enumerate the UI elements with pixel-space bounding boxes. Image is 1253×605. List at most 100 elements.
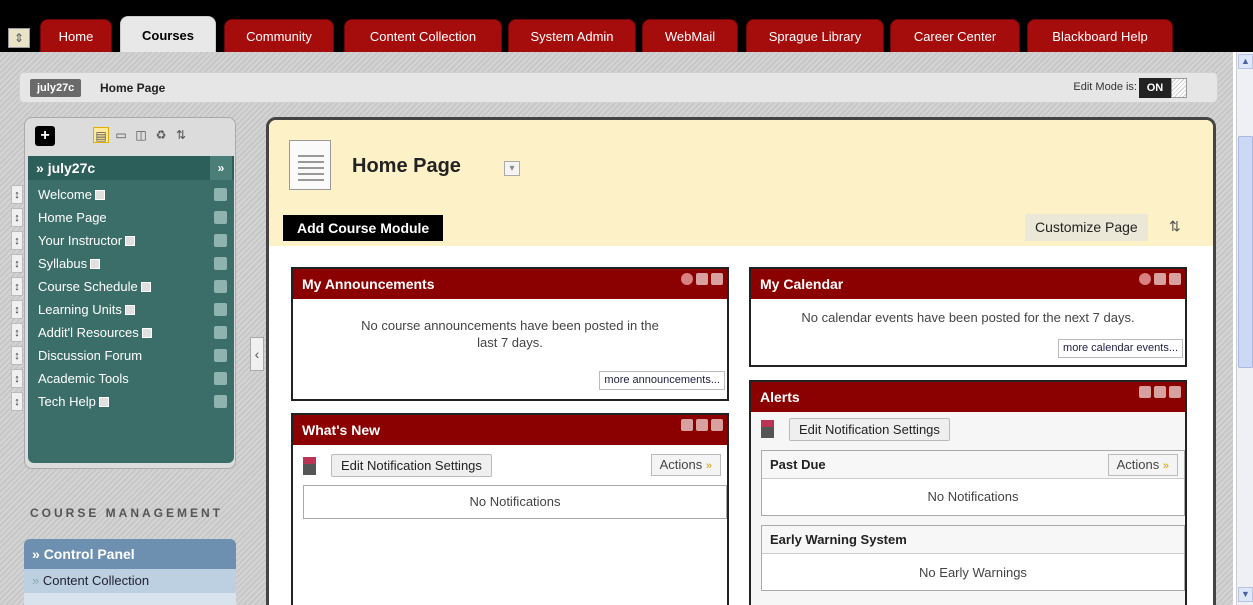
settings-icon[interactable] (681, 273, 693, 285)
sidebar-item-home-page[interactable]: ↕ Home Page (11, 206, 234, 229)
sidebar-item-additl-resources[interactable]: ↕ Addit'l Resources (11, 321, 234, 344)
sidebar-item-course-schedule[interactable]: ↕ Course Schedule (11, 275, 234, 298)
sidebar-item-welcome[interactable]: ↕ Welcome (11, 183, 234, 206)
vertical-scrollbar[interactable]: ▲ ▼ (1236, 52, 1253, 605)
folder-view-icon[interactable]: ▭ (113, 127, 129, 143)
drag-handle-icon[interactable]: ↕ (11, 300, 23, 319)
drag-handle-icon[interactable]: ↕ (11, 277, 23, 296)
tab-courses[interactable]: Courses (120, 16, 216, 52)
drag-handle-icon[interactable]: ↕ (11, 346, 23, 365)
sidebar-item-label: Academic Tools (38, 371, 129, 386)
chevron-down-icon[interactable] (214, 257, 227, 270)
collapse-up-icon: » (32, 546, 44, 562)
customize-page-button[interactable]: Customize Page (1025, 214, 1148, 241)
drag-handle-icon[interactable]: ↕ (11, 369, 23, 388)
tab-blackboard-help[interactable]: Blackboard Help (1027, 19, 1173, 52)
edit-mode-off-icon[interactable] (1171, 78, 1187, 98)
reorder-icon[interactable]: ⇅ (1169, 218, 1181, 235)
close-icon[interactable] (1169, 273, 1181, 285)
sidebar-item-tech-help[interactable]: ↕ Tech Help (11, 390, 234, 413)
content-tile-icon (140, 282, 151, 292)
tab-community[interactable]: Community (224, 19, 334, 52)
more-calendar-events-link[interactable]: more calendar events... (1058, 339, 1183, 358)
course-menu: + ▤ ▭ ◫ ♻ ⇅ » july27c » ↕ Welcome ↕ Home P… (11, 117, 236, 469)
content-tile-icon (98, 397, 109, 407)
minimize-icon[interactable] (696, 419, 708, 431)
control-panel-header[interactable]: » Control Panel (24, 539, 236, 569)
sidebar-item-your-instructor[interactable]: ↕ Your Instructor (11, 229, 234, 252)
scroll-down-icon[interactable]: ▼ (1238, 587, 1253, 602)
chevron-down-icon[interactable] (214, 188, 227, 201)
scroll-up-icon[interactable]: ▲ (1238, 54, 1253, 69)
popout-icon[interactable] (681, 419, 693, 431)
new-window-icon[interactable]: ◫ (133, 127, 149, 143)
minimize-icon[interactable] (1154, 273, 1166, 285)
edit-notification-settings-button[interactable]: Edit Notification Settings (789, 418, 950, 441)
chevron-down-icon[interactable] (214, 326, 227, 339)
breadcrumb-course[interactable]: july27c (30, 79, 82, 97)
control-panel-label: Control Panel (43, 546, 135, 562)
reorder-icon[interactable]: ⇅ (173, 127, 189, 143)
chevron-down-icon[interactable] (214, 372, 227, 385)
settings-icon[interactable] (1139, 273, 1151, 285)
sidebar-item-learning-units[interactable]: ↕ Learning Units (11, 298, 234, 321)
tab-webmail[interactable]: WebMail (642, 19, 738, 52)
expand-collapse-icon[interactable]: ⇕ (8, 28, 30, 48)
chevron-down-icon[interactable]: ▾ (504, 161, 520, 176)
add-menu-item-icon[interactable]: + (35, 126, 55, 146)
tab-system-admin[interactable]: System Admin (508, 19, 636, 52)
control-panel-item-content-collection[interactable]: » Content Collection (24, 569, 236, 593)
add-course-module-button[interactable]: Add Course Module (283, 215, 444, 241)
sidebar-item-discussion-forum[interactable]: ↕ Discussion Forum (11, 344, 234, 367)
drag-handle-icon[interactable]: ↕ (11, 254, 23, 273)
page-document-icon (289, 140, 331, 190)
expand-menu-icon[interactable]: » (210, 156, 232, 180)
close-icon[interactable] (711, 419, 723, 431)
tab-career-center[interactable]: Career Center (890, 19, 1020, 52)
notification-avatar-icon (303, 457, 316, 475)
tab-content-collection[interactable]: Content Collection (344, 19, 502, 52)
sidebar-item-academic-tools[interactable]: ↕ Academic Tools (11, 367, 234, 390)
sidebar-item-syllabus[interactable]: ↕ Syllabus (11, 252, 234, 275)
popout-icon[interactable] (1139, 386, 1151, 398)
module-body: No course announcements have been posted… (293, 299, 727, 390)
chevron-down-icon[interactable] (214, 234, 227, 247)
minimize-icon[interactable] (1154, 386, 1166, 398)
list-view-icon[interactable]: ▤ (93, 127, 109, 143)
actions-menu[interactable]: Actions » (650, 454, 721, 476)
chevron-down-icon[interactable] (214, 280, 227, 293)
minimize-icon[interactable] (696, 273, 708, 285)
course-title[interactable]: » july27c » (28, 156, 234, 180)
edit-notification-settings-button[interactable]: Edit Notification Settings (331, 454, 492, 477)
chevron-down-icon[interactable] (214, 303, 227, 316)
module-title: My Announcements (302, 276, 435, 292)
module-whats-new: What's New Edit Notification Settings Ac… (291, 413, 729, 605)
module-my-calendar: My Calendar No calendar events have been… (749, 267, 1187, 367)
chevron-down-icon[interactable] (214, 395, 227, 408)
drag-handle-icon[interactable]: ↕ (11, 392, 23, 411)
edit-mode-toggle[interactable]: ON (1139, 78, 1171, 98)
refresh-icon[interactable]: ♻ (153, 127, 169, 143)
course-management-title: COURSE MANAGEMENT (30, 506, 224, 520)
drag-handle-icon[interactable]: ↕ (11, 208, 23, 227)
chevron-down-icon[interactable] (214, 211, 227, 224)
actions-menu[interactable]: Actions » (1107, 454, 1178, 476)
scrollbar-thumb[interactable] (1238, 136, 1253, 368)
tab-home[interactable]: Home (40, 19, 112, 52)
drag-handle-icon[interactable]: ↕ (11, 185, 23, 204)
collapse-up-icon: » (36, 160, 48, 176)
more-announcements-link[interactable]: more announcements... (599, 371, 725, 390)
sidebar-item-label: Welcome (38, 187, 92, 202)
course-menu-items: ↕ Welcome ↕ Home Page ↕ Your Instructor ↕ Sy… (11, 180, 234, 463)
tab-sprague-library[interactable]: Sprague Library (746, 19, 884, 52)
sidebar-item-label: Your Instructor (38, 233, 123, 248)
close-icon[interactable] (1169, 386, 1181, 398)
close-icon[interactable] (711, 273, 723, 285)
course-menu-toolbar: + ▤ ▭ ◫ ♻ ⇅ (25, 118, 235, 156)
collapse-sidebar-icon[interactable]: ‹ (250, 337, 264, 371)
drag-handle-icon[interactable]: ↕ (11, 231, 23, 250)
drag-handle-icon[interactable]: ↕ (11, 323, 23, 342)
early-warning-empty-text: No Early Warnings (919, 565, 1027, 580)
sidebar-item-label: Course Schedule (38, 279, 138, 294)
chevron-down-icon[interactable] (214, 349, 227, 362)
